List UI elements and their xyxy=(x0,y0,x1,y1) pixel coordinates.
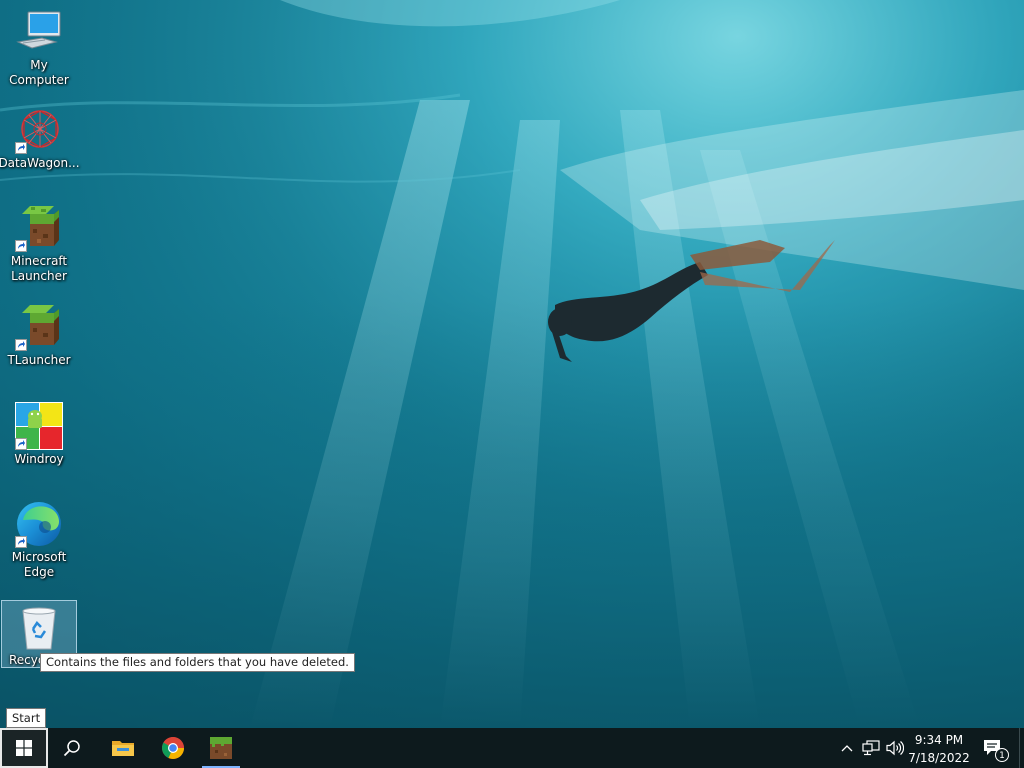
datawagon-icon xyxy=(15,106,63,154)
computer-icon xyxy=(15,8,63,56)
recycle-bin-icon xyxy=(15,603,63,651)
desktop-icon-tlauncher[interactable]: TLauncher xyxy=(0,303,78,368)
action-center-button[interactable]: 1 xyxy=(978,728,1009,768)
edge-icon xyxy=(15,500,63,548)
windroy-icon xyxy=(15,402,63,450)
desktop-icon-datawagon[interactable]: DataWagon... xyxy=(0,106,80,171)
desktop-icon-microsoft-edge[interactable]: Microsoft Edge xyxy=(0,500,78,580)
network-icon xyxy=(862,740,880,756)
desktop-icon-label: My Computer xyxy=(9,58,69,87)
chevron-up-icon xyxy=(841,745,853,752)
search-button[interactable] xyxy=(48,728,96,768)
show-hidden-icons-button[interactable] xyxy=(838,728,856,768)
shortcut-arrow-icon xyxy=(15,142,27,154)
start-button[interactable] xyxy=(0,728,48,768)
desktop-icon-windroy[interactable]: Windroy xyxy=(0,402,78,467)
desktop-icon-label: Minecraft Launcher xyxy=(10,254,68,283)
search-icon xyxy=(63,740,80,757)
taskbar: 9:34 PM 7/18/2022 1 xyxy=(0,728,1024,768)
minecraft-grass-block-icon xyxy=(210,737,232,759)
folder-icon xyxy=(112,741,134,756)
clock-time: 9:34 PM xyxy=(914,733,964,747)
desktop-icon-label: TLauncher xyxy=(7,353,71,367)
windows-logo-icon xyxy=(16,740,32,756)
clock[interactable]: 9:34 PM 7/18/2022 xyxy=(903,730,975,766)
minecraft-taskbar-button[interactable] xyxy=(198,728,244,768)
show-desktop-button[interactable] xyxy=(1019,728,1024,768)
desktop-icon-label: Windroy xyxy=(14,452,64,466)
underwater-wallpaper xyxy=(0,0,1024,728)
shortcut-arrow-icon xyxy=(15,536,27,548)
desktop[interactable]: My Computer DataWagon... Minecraft Launc… xyxy=(0,0,1024,728)
minecraft-grass-block-icon xyxy=(15,204,63,252)
tlauncher-grass-block-icon xyxy=(15,303,63,351)
shortcut-arrow-icon xyxy=(15,240,27,252)
network-button[interactable] xyxy=(860,728,882,768)
desktop-icon-minecraft-launcher[interactable]: Minecraft Launcher xyxy=(0,204,78,284)
speaker-icon xyxy=(886,740,904,756)
shortcut-arrow-icon xyxy=(15,438,27,450)
shortcut-arrow-icon xyxy=(15,339,27,351)
desktop-icon-label: Microsoft Edge xyxy=(11,550,67,579)
notification-count: 1 xyxy=(999,751,1005,761)
chrome-button[interactable] xyxy=(148,728,198,768)
notification-count-badge: 1 xyxy=(995,748,1009,762)
chrome-icon xyxy=(162,737,184,759)
desktop-icon-my-computer[interactable]: My Computer xyxy=(0,8,78,88)
file-explorer-button[interactable] xyxy=(98,728,148,768)
recycle-bin-tooltip: Contains the files and folders that you … xyxy=(40,653,355,672)
clock-date: 7/18/2022 xyxy=(908,751,970,765)
start-tooltip: Start xyxy=(6,708,47,728)
desktop-icon-label: DataWagon... xyxy=(0,156,80,170)
